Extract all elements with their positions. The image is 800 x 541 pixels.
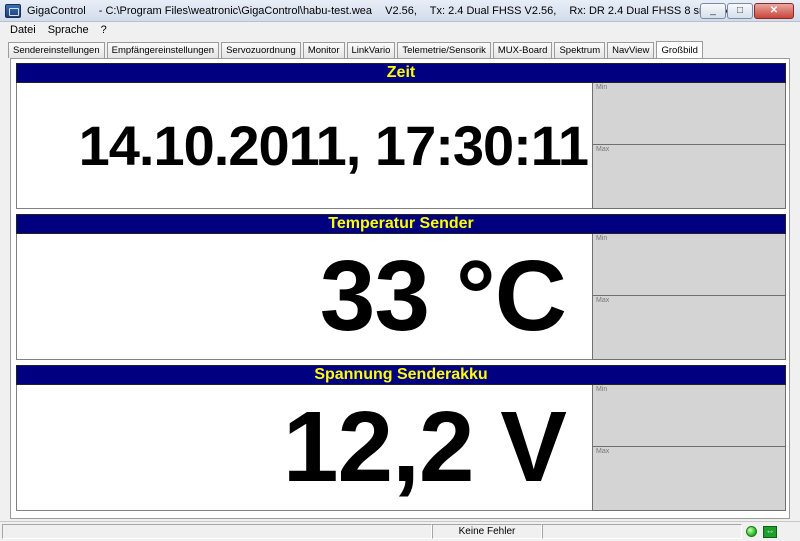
tab-monitor[interactable]: Monitor xyxy=(302,42,345,58)
min-label: Min xyxy=(596,386,608,393)
value-display: 14.10.2011, 17:30:11 xyxy=(16,83,592,209)
value-display: 12,2 V xyxy=(16,385,592,511)
status-field-left xyxy=(2,524,432,539)
title-bar[interactable]: GigaControl - C:\Program Files\weatronic… xyxy=(0,0,800,22)
min-cell: Min xyxy=(593,385,785,447)
tab-telemetrie-sensorik[interactable]: Telemetrie/Sensorik xyxy=(397,42,491,58)
max-cell: Max xyxy=(593,145,785,208)
status-bar: Keine Fehler ⇔ xyxy=(0,521,800,541)
grossbild-panel: Zeit 14.10.2011, 17:30:11 Min Max Temper… xyxy=(10,58,790,519)
maximize-button[interactable]: □ xyxy=(727,3,753,19)
section-body: 12,2 V Min Max xyxy=(16,385,786,511)
app-name: GigaControl xyxy=(27,4,86,17)
close-button[interactable]: ✕ xyxy=(754,3,794,19)
min-label: Min xyxy=(596,235,608,242)
status-field-right xyxy=(542,524,742,539)
section-temperatur-sender: Temperatur Sender 33 °C Min Max xyxy=(16,214,786,360)
file-path: - C:\Program Files\weatronic\GigaControl… xyxy=(98,4,373,17)
max-label: Max xyxy=(596,297,610,304)
tab-mux-board[interactable]: MUX-Board xyxy=(492,42,553,58)
minmax-panel: Min Max xyxy=(592,234,786,360)
min-cell: Min xyxy=(593,234,785,296)
tab-sendereinstellungen[interactable]: Sendereinstellungen xyxy=(8,42,105,58)
section-body: 33 °C Min Max xyxy=(16,234,786,360)
app-icon xyxy=(5,3,21,18)
window-title: GigaControl - C:\Program Files\weatronic… xyxy=(27,5,763,17)
section-zeit: Zeit 14.10.2011, 17:30:11 Min Max xyxy=(16,63,786,209)
max-label: Max xyxy=(596,146,610,153)
max-cell: Max xyxy=(593,447,785,510)
tab-servozuordnung[interactable]: Servozuordnung xyxy=(221,42,301,58)
tab-grossbild[interactable]: Großbild xyxy=(656,41,703,59)
section-spannung-senderakku: Spannung Senderakku 12,2 V Min Max xyxy=(16,365,786,511)
minimize-button[interactable]: _ xyxy=(700,3,726,19)
tab-linkvario[interactable]: LinkVario xyxy=(346,42,396,58)
min-label: Min xyxy=(596,84,608,91)
link-icon[interactable]: ⇔ xyxy=(763,525,777,538)
max-cell: Max xyxy=(593,296,785,359)
connection-led-icon xyxy=(746,526,757,537)
max-label: Max xyxy=(596,448,610,455)
menu-help[interactable]: ? xyxy=(95,24,113,36)
voltage-value: 12,2 V xyxy=(282,391,567,503)
app-version: V2.56, xyxy=(385,4,417,17)
section-title: Temperatur Sender xyxy=(16,214,786,234)
section-title: Spannung Senderakku xyxy=(16,365,786,385)
section-title: Zeit xyxy=(16,63,786,83)
section-body: 14.10.2011, 17:30:11 Min Max xyxy=(16,83,786,209)
minmax-panel: Min Max xyxy=(592,83,786,209)
tab-empfaengereinstellungen[interactable]: Empfängereinstellungen xyxy=(106,42,220,58)
tx-info: Tx: 2.4 Dual FHSS V2.56, xyxy=(429,4,557,17)
tab-navview[interactable]: NavView xyxy=(607,42,655,58)
window-controls: _ □ ✕ xyxy=(699,3,794,19)
tab-bar: Sendereinstellungen Empfängereinstellung… xyxy=(8,40,705,59)
menu-bar: Datei Sprache ? xyxy=(0,22,800,37)
temperature-value: 33 °C xyxy=(319,240,567,352)
value-display: 33 °C xyxy=(16,234,592,360)
menu-sprache[interactable]: Sprache xyxy=(42,24,95,36)
tab-spektrum[interactable]: Spektrum xyxy=(554,42,606,58)
minmax-panel: Min Max xyxy=(592,385,786,511)
menu-datei[interactable]: Datei xyxy=(0,24,42,36)
status-message: Keine Fehler xyxy=(432,524,542,539)
min-cell: Min xyxy=(593,83,785,145)
time-value: 14.10.2011, 17:30:11 xyxy=(78,114,589,177)
